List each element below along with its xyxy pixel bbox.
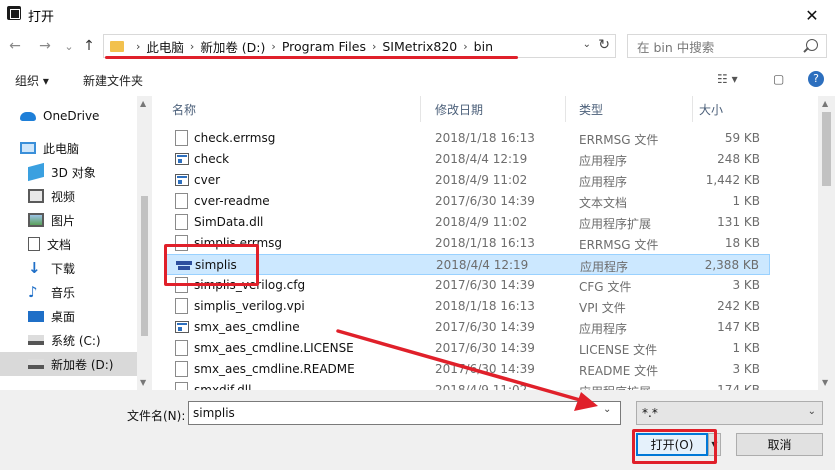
annotation-arrow [336, 329, 598, 411]
